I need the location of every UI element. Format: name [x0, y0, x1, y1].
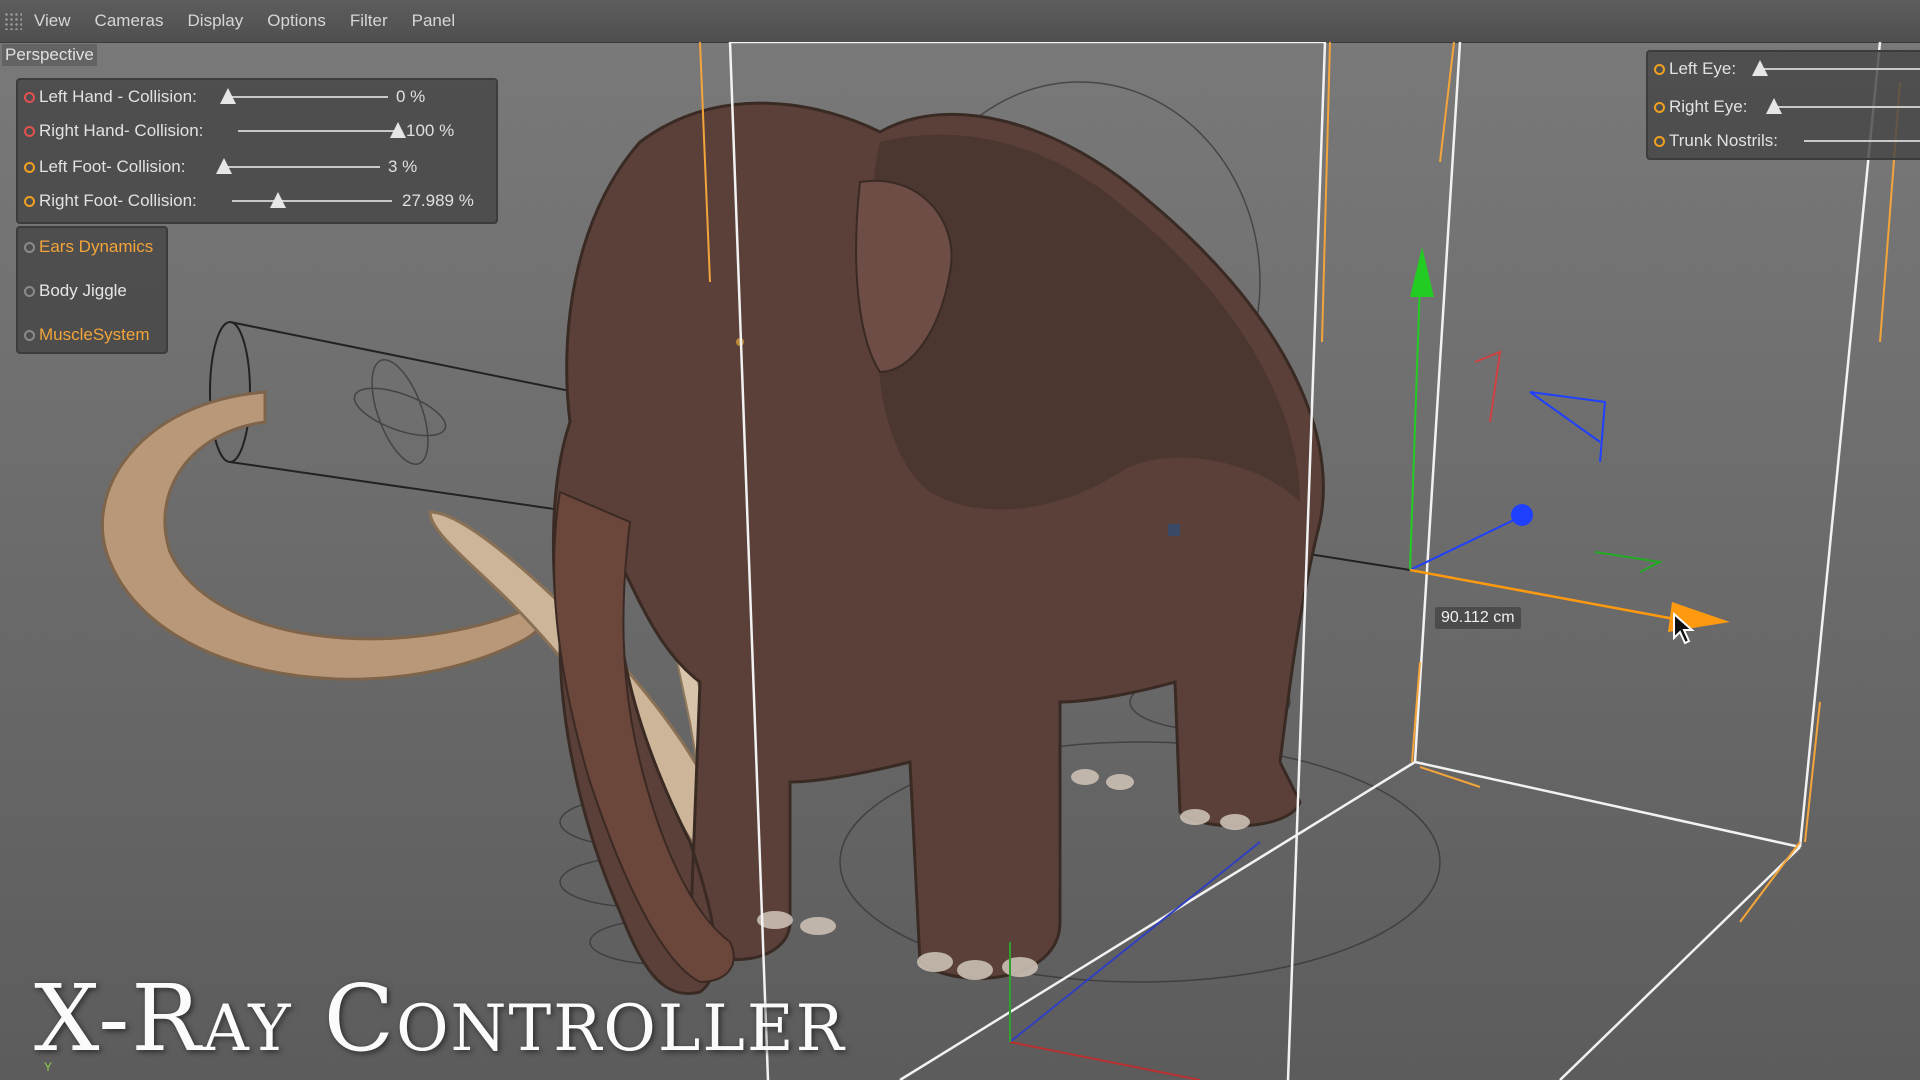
slider-right-eye[interactable]: Right Eye: [1648, 92, 1920, 122]
slider-value: 3 % [388, 157, 418, 176]
slider-thumb[interactable] [216, 158, 232, 174]
slider-left-hand-collision[interactable]: Left Hand - Collision: 0 % [18, 82, 496, 112]
radio-icon[interactable] [24, 285, 35, 297]
toggle-label: MuscleSystem [39, 325, 150, 344]
radio-icon[interactable] [24, 195, 35, 207]
slider-right-hand-collision[interactable]: Right Hand- Collision: 100 % [18, 116, 496, 146]
slider-track[interactable] [232, 200, 392, 202]
slider-label: Right Hand- Collision: [39, 121, 204, 140]
radio-icon[interactable] [1654, 63, 1665, 75]
slider-label: Left Hand - Collision: [39, 87, 197, 106]
radio-icon[interactable] [24, 161, 35, 173]
slider-track[interactable] [220, 166, 380, 168]
radio-icon[interactable] [24, 91, 35, 103]
toggle-label: Body Jiggle [39, 281, 127, 300]
slider-trunk-nostrils[interactable]: Trunk Nostrils: [1648, 126, 1920, 156]
menu-options[interactable]: Options [267, 11, 326, 31]
menu-bar: View Cameras Display Options Filter Pane… [0, 0, 1920, 43]
radio-icon[interactable] [1654, 135, 1665, 147]
slider-label: Trunk Nostrils: [1669, 131, 1778, 150]
grip-icon[interactable] [4, 12, 22, 30]
slider-track[interactable] [1804, 140, 1920, 142]
toggle-label: Ears Dynamics [39, 237, 154, 256]
slider-label: Left Foot- Collision: [39, 157, 186, 176]
menu-display[interactable]: Display [188, 11, 244, 31]
radio-icon[interactable] [24, 241, 35, 253]
slider-left-eye[interactable]: Left Eye: [1648, 54, 1920, 84]
slider-track[interactable] [238, 130, 398, 132]
slider-right-foot-collision[interactable]: Right Foot- Collision: 27.989 % [18, 186, 496, 216]
dynamics-panel: Ears Dynamics Body Jiggle MuscleSystem [16, 226, 168, 354]
radio-icon[interactable] [24, 329, 35, 341]
face-panel: Left Eye: Right Eye: Trunk Nostrils: [1646, 50, 1920, 160]
video-title: X-Ray Controller [34, 965, 846, 1072]
toggle-body-jiggle[interactable]: Body Jiggle [18, 276, 127, 306]
slider-left-foot-collision[interactable]: Left Foot- Collision: 3 % [18, 152, 496, 182]
menu-cameras[interactable]: Cameras [95, 11, 164, 31]
slider-label: Left Eye: [1669, 59, 1737, 78]
slider-thumb[interactable] [220, 88, 236, 104]
viewport-label: Perspective [2, 44, 97, 66]
slider-thumb[interactable] [270, 192, 286, 208]
slider-track[interactable] [1770, 106, 1920, 108]
slider-value: 27.989 % [402, 191, 474, 210]
slider-label: Right Eye: [1669, 97, 1748, 116]
slider-track[interactable] [228, 96, 388, 98]
slider-track[interactable] [1758, 68, 1920, 70]
toggle-ears-dynamics[interactable]: Ears Dynamics [18, 232, 153, 262]
menu-view[interactable]: View [34, 11, 71, 31]
slider-thumb[interactable] [1752, 60, 1768, 76]
slider-value: 100 % [406, 121, 455, 140]
menu-filter[interactable]: Filter [350, 11, 388, 31]
axis-label: Y [44, 1060, 53, 1074]
menu-panel[interactable]: Panel [412, 11, 455, 31]
distance-readout: 90.112 cm [1435, 607, 1521, 629]
slider-thumb[interactable] [1766, 98, 1782, 114]
slider-label: Right Foot- Collision: [39, 191, 197, 210]
radio-icon[interactable] [1654, 101, 1665, 113]
cursor-arrow-icon [1673, 612, 1695, 645]
slider-value: 0 % [396, 87, 426, 106]
collision-panel: Left Hand - Collision: 0 % Right Hand- C… [16, 78, 498, 224]
toggle-muscle-system[interactable]: MuscleSystem [18, 320, 150, 350]
radio-icon[interactable] [24, 125, 35, 137]
slider-thumb[interactable] [390, 122, 406, 138]
